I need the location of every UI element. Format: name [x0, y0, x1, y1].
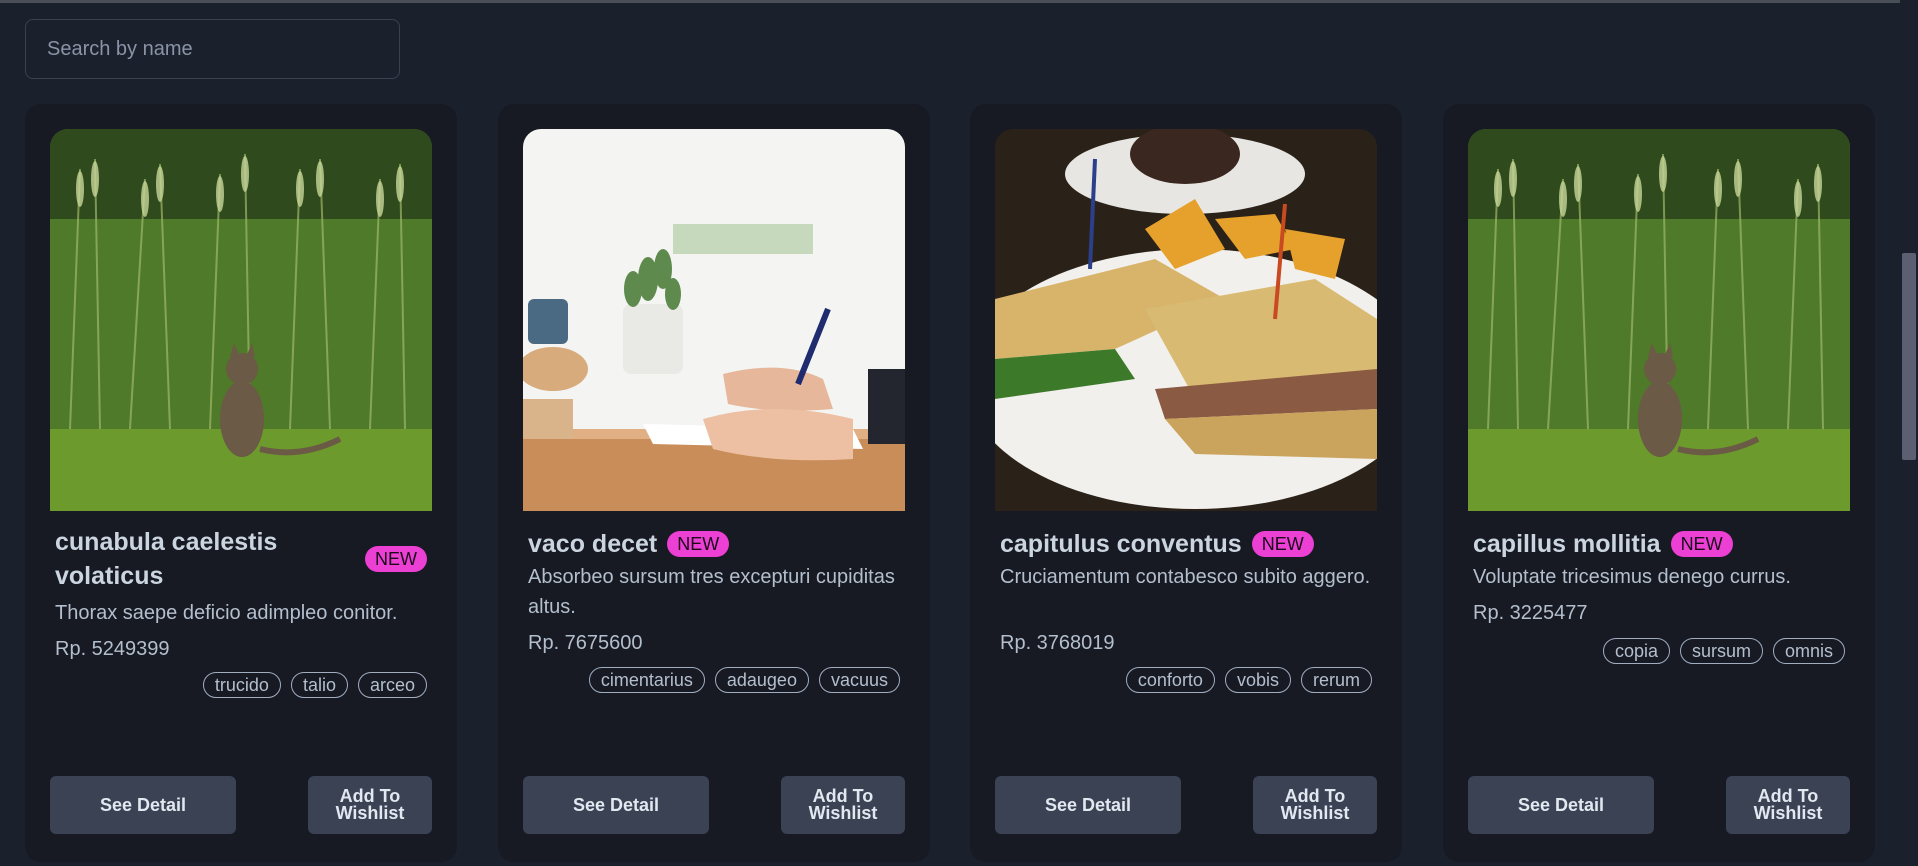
product-description: Absorbeo sursum tres excepturi cupiditas… — [528, 566, 895, 618]
card-title-row: capillus mollitia NEW — [1473, 524, 1845, 564]
tag-list: cimentarius adaugeo vacuus — [588, 667, 900, 693]
product-title[interactable]: cunabula caelestis volaticus — [55, 525, 355, 593]
scrollbar-thumb[interactable] — [1902, 253, 1916, 460]
tag: trucido — [202, 672, 281, 698]
product-image[interactable] — [523, 129, 905, 511]
wishlist-label-line2: Wishlist — [335, 803, 405, 823]
wishlist-label-line2: Wishlist — [1280, 803, 1350, 823]
see-detail-button[interactable]: See Detail — [523, 776, 709, 834]
tag: cimentarius — [588, 667, 705, 693]
product-price: Rp. 3225477 — [1473, 602, 1588, 624]
card-title-row: capitulus conventus NEW — [1000, 524, 1372, 564]
card-title-row: cunabula caelestis volaticus NEW — [55, 524, 427, 594]
product-image[interactable] — [995, 129, 1377, 511]
product-description: Voluptate tricesimus denego currus. — [1473, 566, 1791, 588]
add-to-wishlist-button[interactable]: Add To Wishlist — [781, 776, 905, 834]
tag-list: trucido talio arceo — [202, 672, 427, 698]
tag-list: copia sursum omnis — [1602, 638, 1845, 664]
new-badge: NEW — [365, 546, 427, 572]
see-detail-button[interactable]: See Detail — [995, 776, 1181, 834]
tag: conforto — [1125, 667, 1215, 693]
tag: sursum — [1679, 638, 1763, 664]
wishlist-label-line2: Wishlist — [808, 803, 878, 823]
tag: rerum — [1300, 667, 1372, 693]
product-title[interactable]: capillus mollitia — [1473, 527, 1661, 561]
product-image[interactable] — [1468, 129, 1850, 511]
see-detail-button[interactable]: See Detail — [1468, 776, 1654, 834]
new-badge: NEW — [1251, 531, 1314, 557]
product-card: cunabula caelestis volaticus NEW Thorax … — [25, 104, 457, 862]
tag: omnis — [1772, 638, 1845, 664]
product-description: Thorax saepe deficio adimpleo conitor. — [55, 602, 398, 624]
product-card: capillus mollitia NEW Voluptate tricesim… — [1443, 104, 1875, 862]
add-to-wishlist-button[interactable]: Add To Wishlist — [308, 776, 432, 834]
vertical-scrollbar[interactable] — [1900, 0, 1918, 866]
product-card: vaco decet NEW Absorbeo sursum tres exce… — [498, 104, 930, 862]
product-image[interactable] — [50, 129, 432, 511]
product-price: Rp. 7675600 — [528, 632, 643, 654]
product-price: Rp. 3768019 — [1000, 632, 1115, 654]
product-title[interactable]: vaco decet — [528, 527, 657, 561]
product-price: Rp. 5249399 — [55, 638, 170, 660]
new-badge: NEW — [1670, 531, 1733, 557]
product-card: capitulus conventus NEW Cruciamentum con… — [970, 104, 1402, 862]
tag: vacuus — [818, 667, 900, 693]
tag: arceo — [357, 672, 427, 698]
card-title-row: vaco decet NEW — [528, 524, 900, 564]
tag: adaugeo — [714, 667, 809, 693]
tag: talio — [290, 672, 348, 698]
see-detail-button[interactable]: See Detail — [50, 776, 236, 834]
add-to-wishlist-button[interactable]: Add To Wishlist — [1726, 776, 1850, 834]
add-to-wishlist-button[interactable]: Add To Wishlist — [1253, 776, 1377, 834]
product-description: Cruciamentum contabesco subito aggero. — [1000, 566, 1371, 588]
tag: vobis — [1224, 667, 1291, 693]
tag: copia — [1602, 638, 1670, 664]
window-top-border — [0, 0, 1918, 3]
new-badge: NEW — [667, 531, 730, 557]
wishlist-label-line2: Wishlist — [1753, 803, 1823, 823]
product-title[interactable]: capitulus conventus — [1000, 527, 1242, 561]
search-input[interactable] — [25, 19, 400, 79]
tag-list: conforto vobis rerum — [1125, 667, 1372, 693]
